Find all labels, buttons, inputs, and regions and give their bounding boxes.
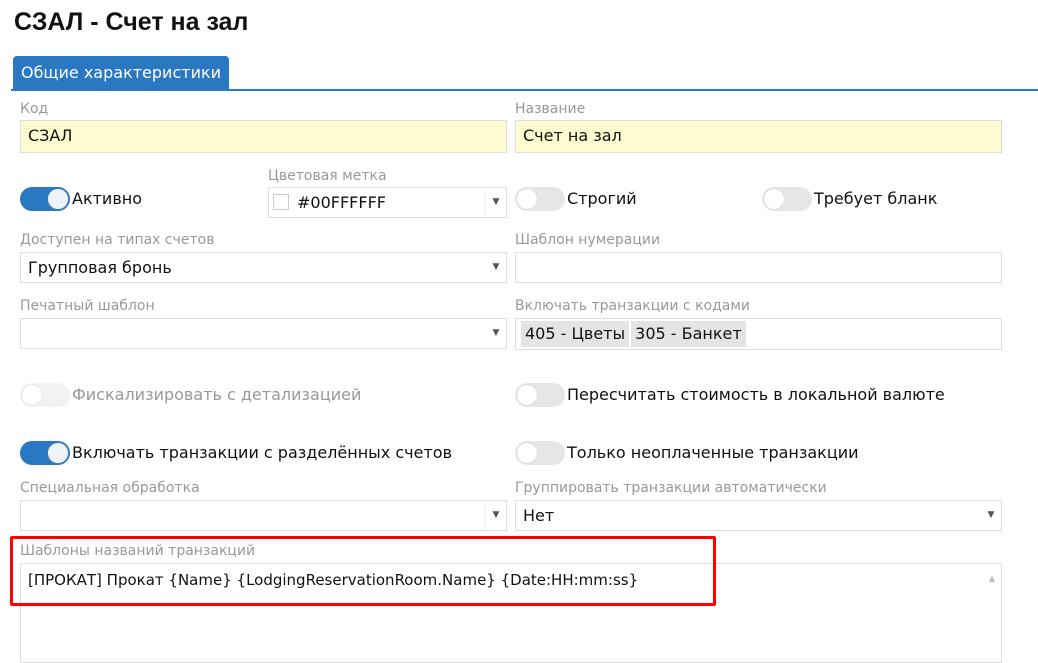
- color-label: Цветовая метка: [268, 168, 387, 184]
- color-value: #00FFFFFF: [297, 193, 386, 212]
- recalc-label: Пересчитать стоимость в локальной валюте: [567, 385, 945, 404]
- name-input[interactable]: Счет на зал: [515, 120, 1002, 153]
- code-chip[interactable]: 405 - Цветы: [521, 321, 630, 347]
- code-label: Код: [20, 101, 49, 117]
- numbering-input[interactable]: [515, 252, 1002, 283]
- code-input[interactable]: СЗАЛ: [20, 120, 507, 153]
- available-select[interactable]: Групповая бронь ▼: [20, 252, 507, 283]
- available-label: Доступен на типах счетов: [20, 232, 215, 248]
- page-title: СЗАЛ - Счет на зал: [14, 8, 249, 36]
- chevron-down-icon: ▼: [492, 328, 500, 338]
- print-select[interactable]: ▼: [20, 318, 507, 349]
- blank-toggle[interactable]: [762, 187, 812, 211]
- chevron-down-icon: ▼: [987, 510, 995, 520]
- group-select[interactable]: Нет ▼: [515, 500, 1002, 531]
- split-toggle[interactable]: [20, 441, 70, 465]
- tab-divider: [11, 89, 1038, 91]
- print-label: Печатный шаблон: [20, 298, 155, 314]
- recalc-toggle[interactable]: [515, 383, 565, 407]
- highlight-box: [10, 536, 716, 606]
- name-label: Название: [515, 101, 586, 117]
- fiscal-label: Фискализировать с детализацией: [72, 385, 362, 404]
- chevron-down-icon: ▼: [485, 501, 506, 530]
- strict-label: Строгий: [567, 189, 637, 208]
- color-select[interactable]: #00FFFFFF ▼: [268, 187, 507, 218]
- group-label: Группировать транзакции автоматически: [515, 480, 827, 496]
- code-chip[interactable]: 305 - Банкет: [631, 321, 746, 347]
- active-toggle[interactable]: [20, 187, 70, 211]
- blank-label: Требует бланк: [814, 189, 938, 208]
- strict-toggle[interactable]: [515, 187, 565, 211]
- numbering-label: Шаблон нумерации: [515, 232, 661, 248]
- codes-label: Включать транзакции с кодами: [515, 298, 751, 314]
- active-label: Активно: [72, 189, 143, 208]
- unpaid-label: Только неоплаченные транзакции: [567, 443, 859, 462]
- chevron-down-icon: ▼: [485, 188, 506, 217]
- tab-general[interactable]: Общие характеристики: [13, 56, 229, 90]
- codes-input[interactable]: 405 - Цветы 305 - Банкет: [515, 318, 1002, 350]
- available-value: Групповая бронь: [28, 258, 172, 277]
- special-select[interactable]: ▼: [20, 500, 507, 531]
- fiscal-toggle[interactable]: [20, 383, 70, 407]
- group-value: Нет: [523, 506, 555, 525]
- split-label: Включать транзакции с разделённых счетов: [72, 443, 452, 462]
- special-label: Специальная обработка: [20, 480, 200, 496]
- chevron-down-icon: ▼: [492, 262, 500, 272]
- scroll-up-icon[interactable]: ▲: [989, 564, 995, 593]
- unpaid-toggle[interactable]: [515, 441, 565, 465]
- color-swatch: [273, 194, 289, 210]
